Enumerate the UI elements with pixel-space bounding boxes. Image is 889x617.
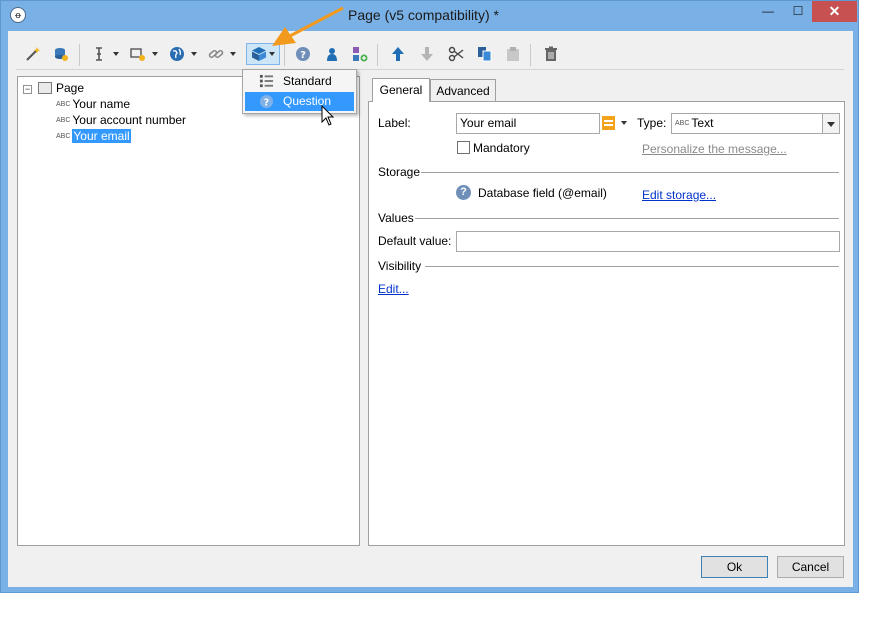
tree-node-label: Your account number (72, 113, 187, 127)
copy-icon[interactable] (474, 43, 496, 65)
toolbar-separator (79, 44, 80, 66)
database-refresh-icon[interactable] (50, 43, 72, 65)
edit-visibility-link[interactable]: Edit... (378, 282, 409, 296)
chevron-down-icon (269, 52, 275, 56)
input-field-icon[interactable] (127, 43, 149, 65)
tab-advanced[interactable]: Advanced (430, 79, 496, 101)
page-icon (38, 82, 52, 94)
chevron-down-icon[interactable] (822, 114, 839, 133)
tree-node-your-account-number[interactable]: ABC Your account number (56, 112, 186, 128)
toolbar-separator (530, 44, 531, 66)
minimize-button[interactable]: — (754, 1, 782, 22)
toolbar: ? (16, 39, 844, 70)
list-icon (259, 74, 274, 89)
section-divider (415, 218, 839, 219)
default-value-caption: Default value: (378, 234, 452, 248)
label-input[interactable]: Your email (456, 113, 600, 134)
add-group-icon[interactable] (349, 43, 371, 65)
cube-icon (251, 46, 267, 62)
label-caption: Label: (378, 116, 411, 130)
globe-dropdown-arrow[interactable] (190, 49, 198, 59)
mouse-cursor-icon (321, 105, 335, 126)
text-field-icon: ABC (56, 116, 71, 124)
type-caption: Type: (637, 116, 667, 130)
paste-icon (502, 43, 524, 65)
general-tab-content: Label: Your email Type: ABC Text Mandator… (368, 101, 845, 546)
insert-dropdown-menu: Standard ? Question (242, 69, 357, 114)
mandatory-label: Mandatory (473, 141, 530, 155)
cube-button[interactable] (246, 43, 280, 65)
toolbar-separator (377, 44, 378, 66)
menu-item-label: Standard (283, 74, 332, 88)
title-bar[interactable]: ꝋ Page (v5 compatibility) * — ☐ ✕ (1, 1, 858, 30)
input-field-dropdown-arrow[interactable] (151, 49, 159, 59)
type-select[interactable]: ABC Text (671, 113, 840, 134)
svg-text:?: ? (300, 50, 306, 61)
globe-icon[interactable] (166, 43, 188, 65)
text-field-icon: ABC (56, 100, 71, 108)
toolbar-separator (284, 44, 285, 66)
delete-icon[interactable] (540, 43, 562, 65)
close-button[interactable]: ✕ (812, 1, 857, 22)
collapse-toggle[interactable]: − (23, 85, 32, 94)
default-value-input[interactable] (456, 231, 840, 252)
arrow-up-icon[interactable] (387, 43, 409, 65)
ok-button[interactable]: Ok (701, 556, 768, 578)
window-title: Page (v5 compatibility) * (348, 7, 499, 23)
help-icon[interactable]: ? (292, 43, 314, 65)
edit-storage-link[interactable]: Edit storage... (642, 188, 716, 202)
info-icon: ? (456, 185, 471, 200)
tree-node-label: Your email (72, 129, 131, 143)
tree-node-your-email[interactable]: ABC Your email (56, 128, 131, 144)
text-type-icon: ABC (675, 120, 690, 128)
personalize-message-link: Personalize the message... (642, 142, 787, 156)
tab-general[interactable]: General (372, 78, 430, 102)
cancel-button[interactable]: Cancel (777, 556, 844, 578)
section-divider (421, 172, 839, 173)
link-dropdown-arrow[interactable] (229, 49, 237, 59)
menu-item-standard[interactable]: Standard (245, 72, 354, 91)
personalization-dropdown-arrow[interactable] (620, 118, 628, 128)
storage-section-title: Storage (378, 165, 421, 179)
arrow-down-icon (416, 43, 438, 65)
maximize-button[interactable]: ☐ (784, 1, 812, 22)
type-select-value: Text (691, 116, 714, 130)
mandatory-checkbox[interactable] (457, 141, 470, 154)
text-cursor-icon[interactable] (88, 43, 110, 65)
text-field-icon: ABC (56, 132, 71, 140)
tree-node-page[interactable]: − Page (18, 80, 218, 96)
properties-panel: General Advanced Label: Your email Type:… (368, 76, 845, 546)
person-icon[interactable] (321, 43, 343, 65)
tree-node-label: Page (56, 81, 85, 95)
svg-text:?: ? (264, 97, 269, 108)
wand-icon[interactable] (22, 43, 44, 65)
section-divider (425, 266, 839, 267)
tree-node-your-name[interactable]: ABC Your name (56, 96, 130, 112)
values-section-title: Values (378, 211, 414, 225)
personalization-icon[interactable] (602, 115, 616, 131)
question-icon: ? (259, 94, 274, 109)
cut-icon[interactable] (445, 43, 467, 65)
app-icon: ꝋ (10, 7, 26, 23)
dialog-window: ꝋ Page (v5 compatibility) * — ☐ ✕ ? − Pa… (0, 0, 859, 593)
database-field-label: Database field (@email) (478, 186, 607, 200)
text-cursor-dropdown-arrow[interactable] (112, 49, 120, 59)
dialog-client-area: ? − Page ABC Your name ABC Your account … (8, 31, 853, 587)
tree-panel: − Page ABC Your name ABC Your account numb… (17, 76, 360, 546)
visibility-section-title: Visibility (378, 259, 422, 273)
menu-item-question[interactable]: ? Question (245, 92, 354, 111)
link-icon[interactable] (205, 43, 227, 65)
tree-node-label: Your name (72, 97, 131, 111)
